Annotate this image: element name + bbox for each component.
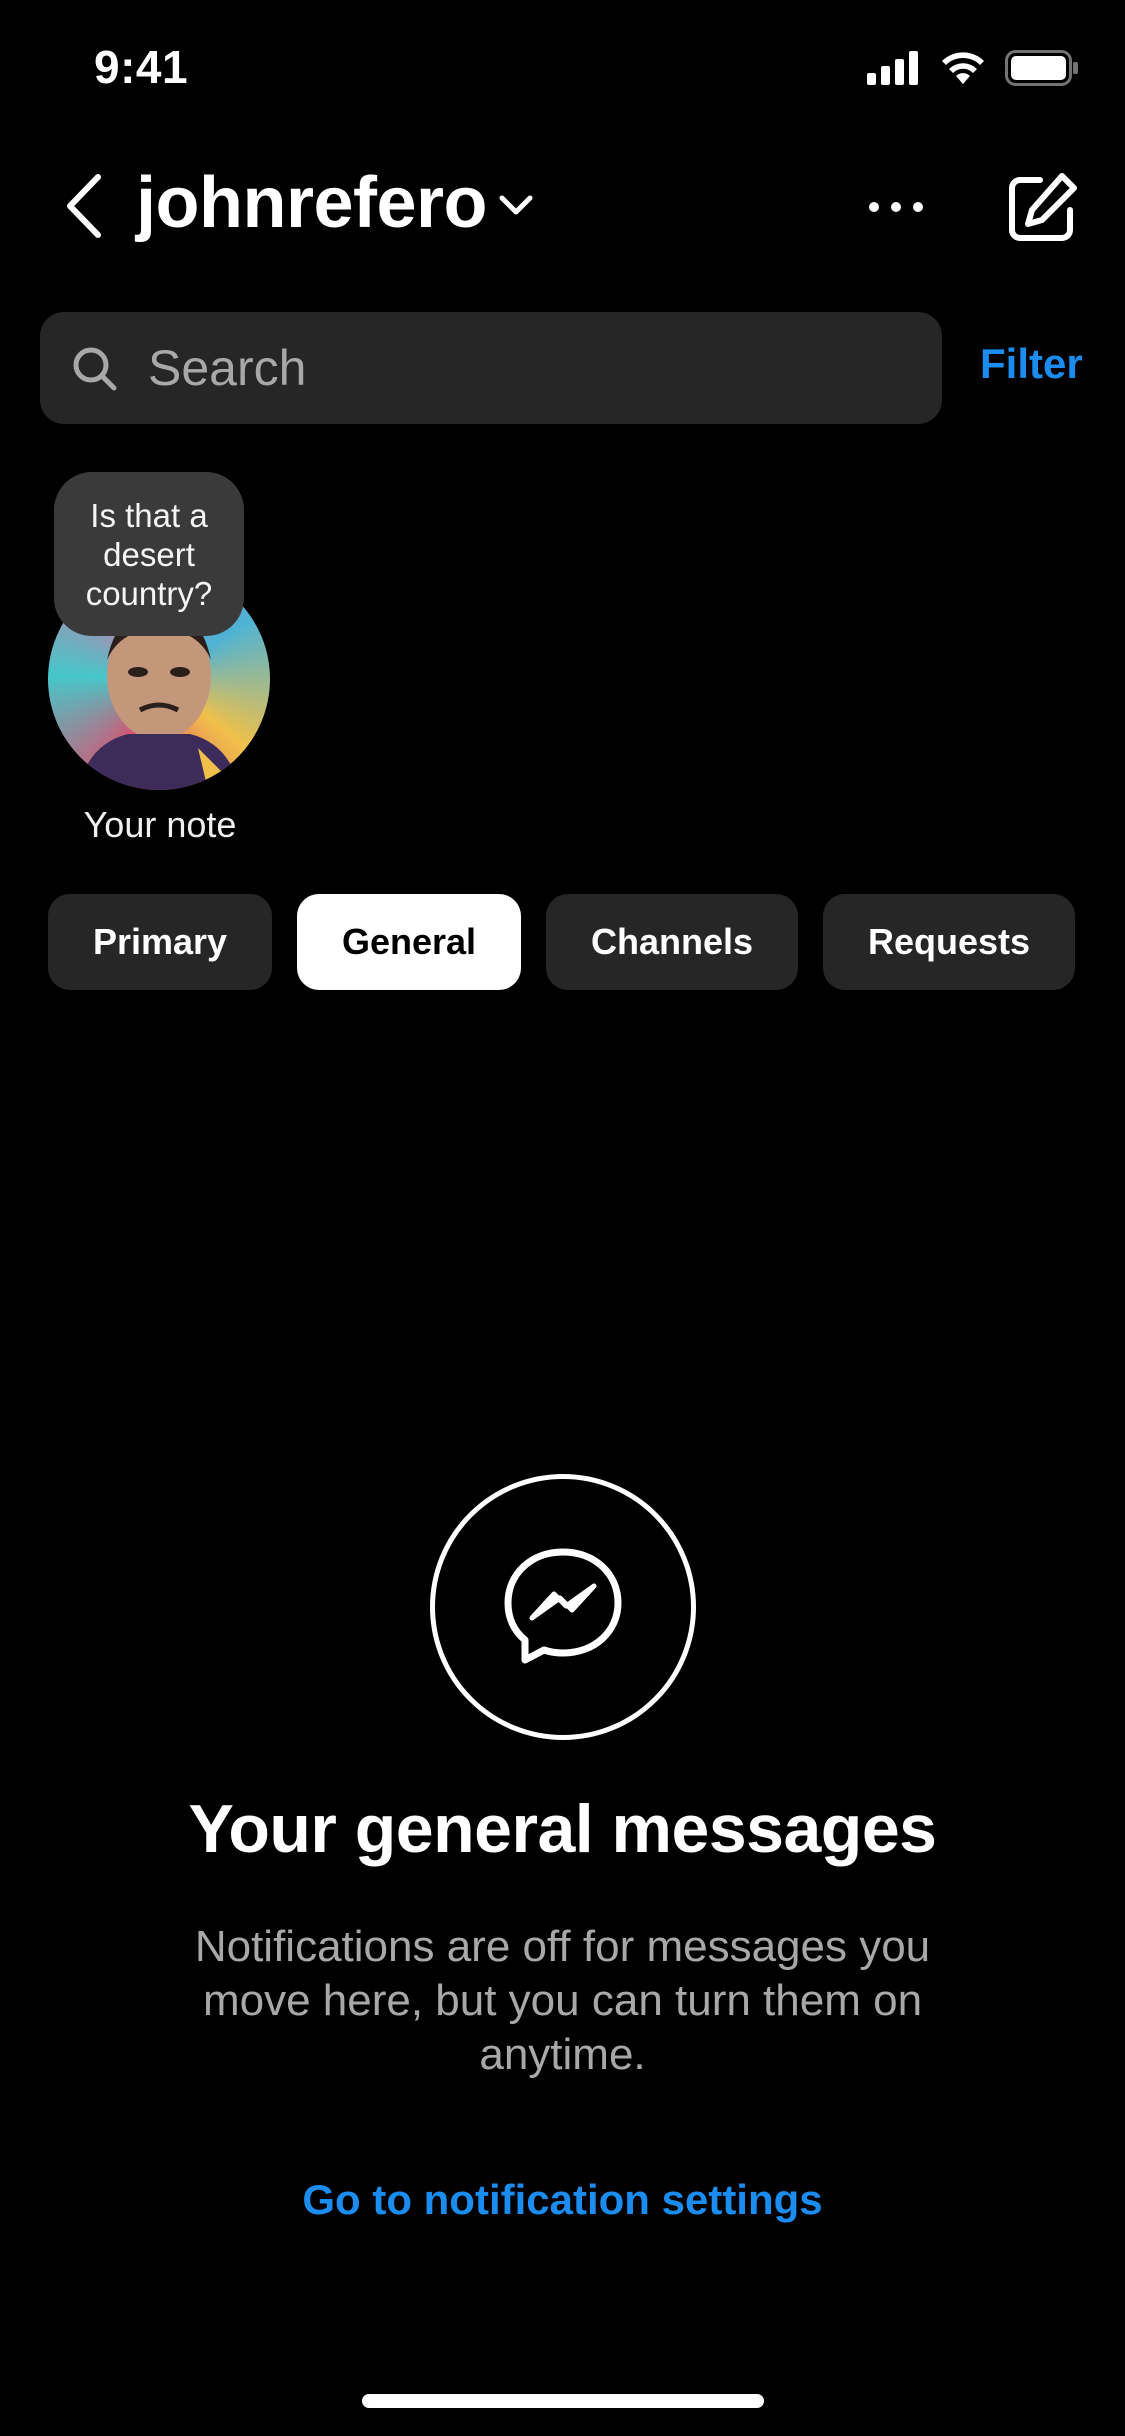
chevron-left-icon	[67, 174, 101, 238]
more-options-button[interactable]	[868, 190, 924, 224]
back-button[interactable]	[56, 168, 112, 244]
search-input[interactable]	[146, 338, 910, 398]
empty-state-title: Your general messages	[188, 1791, 937, 1867]
account-switch-button[interactable]	[496, 190, 536, 220]
note-text: Is that a desert country?	[85, 496, 213, 612]
message-tabs: Primary General Channels Requests	[48, 894, 1075, 990]
cellular-signal-icon	[867, 51, 918, 85]
search-bar[interactable]	[40, 312, 942, 424]
wifi-icon	[942, 52, 984, 84]
battery-icon	[1005, 50, 1078, 86]
search-icon	[73, 347, 117, 391]
status-time: 9:41	[94, 41, 189, 93]
note-bubble[interactable]: Is that a desert country?	[54, 472, 244, 636]
tab-requests[interactable]: Requests	[823, 894, 1075, 990]
messenger-icon	[504, 1548, 622, 1664]
compose-button[interactable]	[1004, 170, 1080, 246]
more-horizontal-icon	[869, 202, 923, 212]
empty-state-icon-ring	[430, 1474, 696, 1740]
empty-state-description: Notifications are off for messages you m…	[194, 1922, 931, 2079]
account-name[interactable]: johnrefero	[136, 162, 488, 244]
chevron-down-icon	[499, 195, 533, 215]
note-label: Your note	[83, 804, 237, 845]
tab-channels[interactable]: Channels	[546, 894, 798, 990]
status-icons	[867, 50, 1079, 86]
tab-primary[interactable]: Primary	[48, 894, 272, 990]
notification-settings-link[interactable]: Go to notification settings	[0, 2176, 1125, 2224]
filter-button[interactable]: Filter	[980, 340, 1083, 388]
compose-icon	[1009, 173, 1077, 241]
tab-general[interactable]: General	[297, 894, 521, 990]
home-indicator	[362, 2394, 764, 2408]
